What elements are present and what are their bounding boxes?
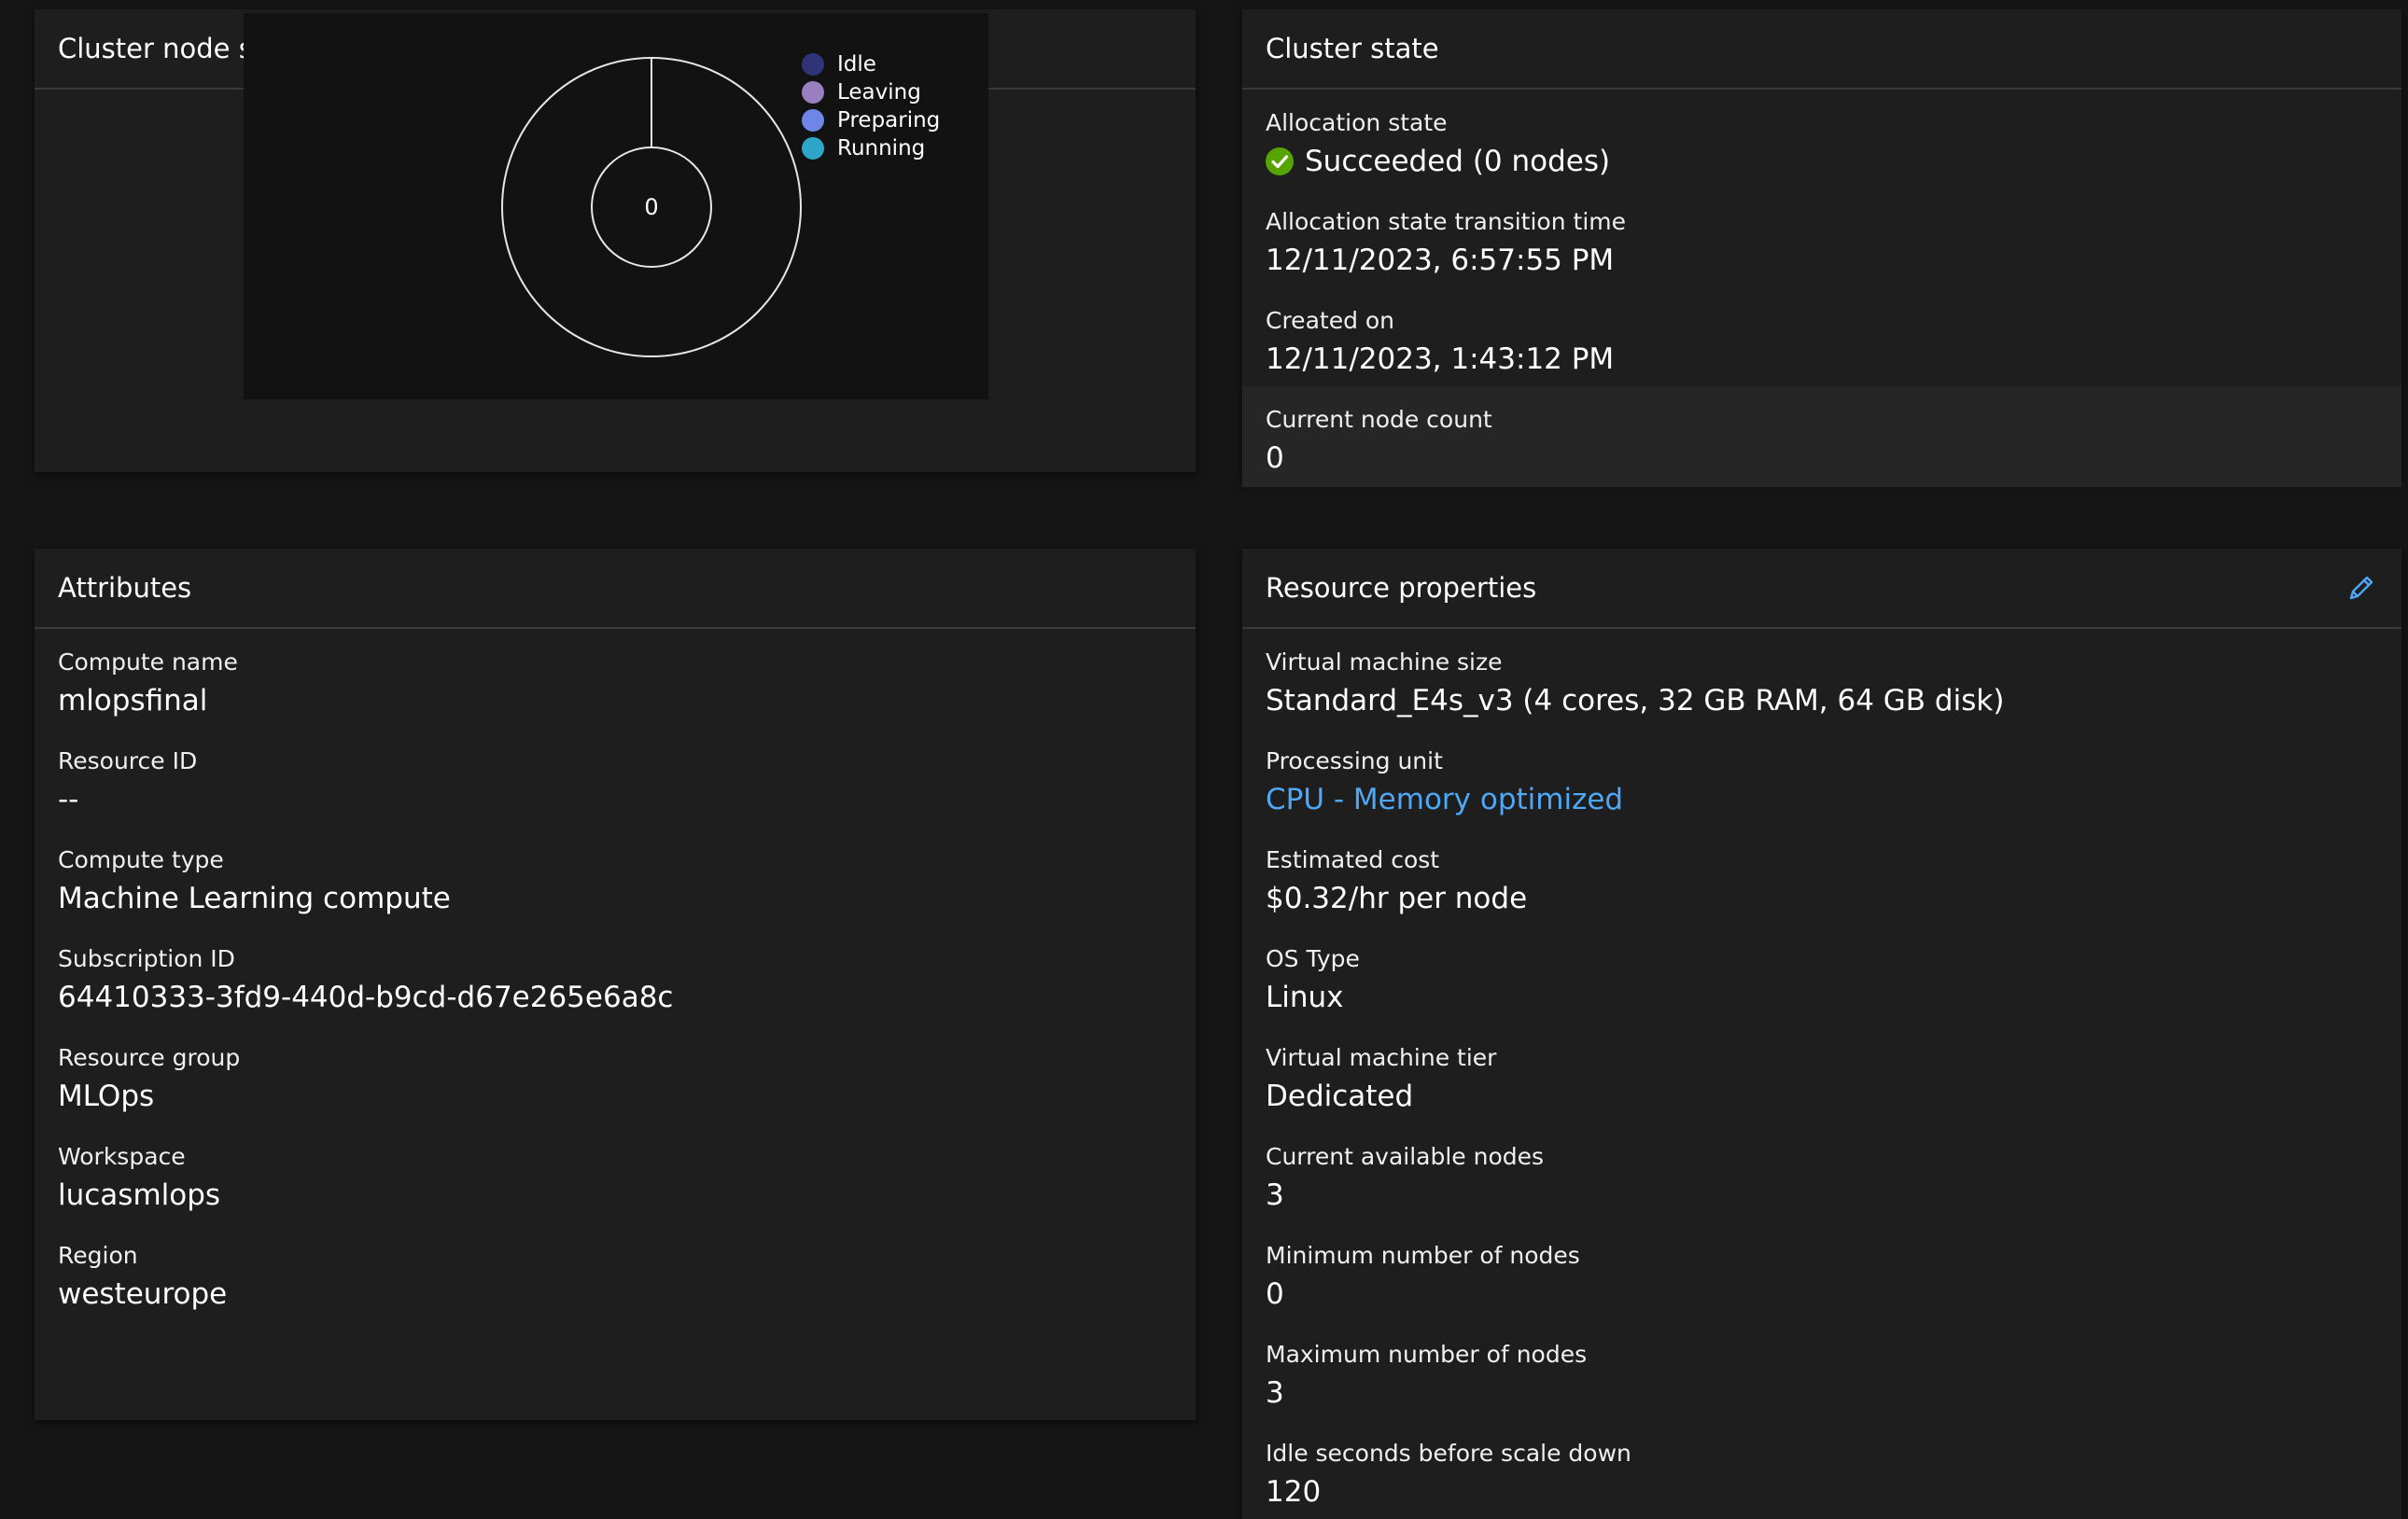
legend-item-leaving[interactable]: Leaving: [802, 78, 940, 106]
field-value: 12/11/2023, 1:43:12 PM: [1266, 342, 1615, 376]
subscription-id-field: Subscription ID 64410333-3fd9-440d-b9cd-d…: [35, 926, 1196, 1024]
field-label: Allocation state: [1266, 109, 1448, 136]
field-value: Succeeded (0 nodes): [1266, 142, 2378, 181]
field-label: Virtual machine tier: [1266, 1044, 1497, 1071]
virtual-machine-tier-field: Virtual machine tier Dedicated: [1242, 1024, 2401, 1123]
card-header: Attributes: [35, 549, 1196, 629]
field-label: Current available nodes: [1266, 1143, 1545, 1170]
os-type-field: OS Type Linux: [1242, 926, 2401, 1024]
attributes-list: Compute name mlopsfinal Resource ID -- Compu…: [35, 629, 1196, 1321]
attributes-card: Attributes Compute name mlopsfinal Resourc…: [35, 549, 1196, 1420]
field-value: 3: [1266, 1178, 1284, 1212]
field-value: 120: [1266, 1475, 1322, 1509]
card-header: Cluster state: [1242, 9, 2401, 90]
region-field: Region westeurope: [35, 1222, 1196, 1321]
created-on-field: Created on 12/11/2023, 1:43:12 PM: [1242, 287, 2401, 386]
legend-swatch: [802, 53, 824, 76]
legend-swatch: [802, 137, 824, 160]
card-header: Resource properties: [1242, 549, 2401, 629]
field-value: MLOps: [58, 1080, 155, 1113]
allocation-state-field: Allocation state Succeeded (0 nodes): [1242, 90, 2401, 188]
cluster-state-card: Cluster state Allocation state Succeeded…: [1242, 9, 2401, 487]
legend-swatch: [802, 109, 824, 132]
field-label: Created on: [1266, 307, 1395, 334]
legend-item-running[interactable]: Running: [802, 134, 940, 162]
field-label: Region: [58, 1242, 138, 1269]
resource-id-field: Resource ID --: [35, 728, 1196, 827]
field-value: lucasmlops: [58, 1178, 221, 1212]
legend-label: Idle: [837, 52, 876, 77]
field-label: Compute type: [58, 846, 224, 873]
node-count-field: Current node count 0: [1242, 386, 2401, 487]
processing-unit-field: Processing unit CPU - Memory optimized: [1242, 728, 2401, 827]
field-label: Compute name: [58, 648, 238, 676]
field-label: Allocation state transition time: [1266, 208, 1626, 235]
chart-legend: Idle Leaving Preparing Running: [802, 50, 940, 162]
maximum-number-of-nodes-field: Maximum number of nodes 3: [1242, 1321, 2401, 1420]
field-value: --: [58, 783, 79, 816]
field-value: mlopsfinal: [58, 684, 208, 718]
field-value: 64410333-3fd9-440d-b9cd-d67e265e6a8c: [58, 981, 674, 1014]
compute-name-field: Compute name mlopsfinal: [35, 629, 1196, 728]
field-value: $0.32/hr per node: [1266, 882, 1528, 915]
node-status-chart: 0 Idle Leaving Preparing Running: [244, 13, 988, 399]
field-value: Linux: [1266, 981, 1344, 1014]
field-label: Estimated cost: [1266, 846, 1440, 873]
cluster-node-status-card: Cluster node status 0 Idle Leaving Prepari…: [35, 9, 1196, 472]
field-value: 0: [1266, 441, 1284, 475]
field-label: Current node count: [1266, 406, 1492, 433]
idle-seconds-before-scale-down-field: Idle seconds before scale down 120: [1242, 1420, 2401, 1519]
donut-center-value: 0: [644, 194, 658, 220]
legend-item-preparing[interactable]: Preparing: [802, 106, 940, 134]
field-label: Virtual machine size: [1266, 648, 1503, 676]
card-title: Attributes: [58, 572, 192, 604]
pencil-icon[interactable]: [2345, 571, 2378, 605]
minimum-number-of-nodes-field: Minimum number of nodes 0: [1242, 1222, 2401, 1321]
workspace-field: Workspace lucasmlops: [35, 1123, 1196, 1222]
legend-label: Running: [837, 136, 926, 160]
transition-time-field: Allocation state transition time 12/11/2…: [1242, 188, 2401, 287]
compute-type-field: Compute type Machine Learning compute: [35, 827, 1196, 926]
current-available-nodes-field: Current available nodes 3: [1242, 1123, 2401, 1222]
resource-properties-list: Virtual machine size Standard_E4s_v3 (4 c…: [1242, 629, 2401, 1519]
card-title: Cluster state: [1266, 33, 1439, 64]
field-label: Idle seconds before scale down: [1266, 1440, 1631, 1467]
field-label: Maximum number of nodes: [1266, 1341, 1588, 1368]
resource-properties-card: Resource properties Virtual machine size…: [1242, 549, 2401, 1519]
field-value: Standard_E4s_v3 (4 cores, 32 GB RAM, 64 …: [1266, 684, 2005, 718]
field-label: Minimum number of nodes: [1266, 1242, 1580, 1269]
resource-group-field: Resource group MLOps: [35, 1024, 1196, 1123]
legend-label: Preparing: [837, 108, 941, 132]
field-value: 3: [1266, 1376, 1284, 1410]
field-value: Dedicated: [1266, 1080, 1414, 1113]
estimated-cost-field: Estimated cost $0.32/hr per node: [1242, 827, 2401, 926]
field-value: 0: [1266, 1277, 1284, 1311]
processing-unit-link[interactable]: CPU - Memory optimized: [1266, 780, 2378, 819]
legend-label: Leaving: [837, 80, 921, 105]
virtual-machine-size-field: Virtual machine size Standard_E4s_v3 (4 c…: [1242, 629, 2401, 728]
allocation-state-value: Succeeded (0 nodes): [1305, 145, 1611, 178]
card-title: Resource properties: [1266, 572, 1537, 604]
success-check-icon: [1266, 147, 1294, 175]
field-value: Machine Learning compute: [58, 882, 451, 915]
field-value: 12/11/2023, 6:57:55 PM: [1266, 244, 1615, 277]
field-label: Subscription ID: [58, 945, 235, 972]
legend-item-idle[interactable]: Idle: [802, 50, 940, 78]
field-label: Resource group: [58, 1044, 241, 1071]
field-label: OS Type: [1266, 945, 1360, 972]
field-label: Resource ID: [58, 747, 198, 774]
legend-swatch: [802, 81, 824, 104]
field-value: westeurope: [58, 1277, 228, 1311]
field-label: Workspace: [58, 1143, 186, 1170]
field-label: Processing unit: [1266, 747, 1443, 774]
